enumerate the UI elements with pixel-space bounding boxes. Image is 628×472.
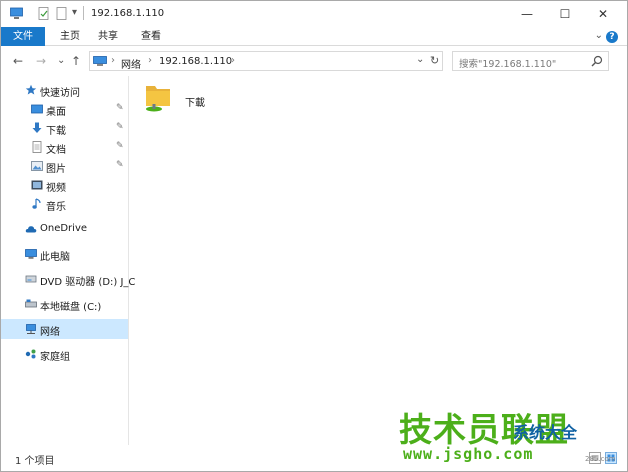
- navigation-pane: 快速访问 桌面 ✎ 下载 ✎ 文档 ✎ 图片 ✎ 视频 音乐 OneDrive …: [1, 76, 135, 445]
- nav-videos[interactable]: 视频: [1, 175, 128, 195]
- document-icon: [32, 141, 42, 153]
- download-icon: [32, 122, 42, 133]
- drive-icon: [25, 299, 37, 308]
- up-button[interactable]: ↑: [71, 54, 81, 68]
- star-icon: [25, 84, 37, 95]
- watermark-logo: 技术员联盟 系统大全 www.jsgho.com 285.com: [399, 399, 627, 469]
- breadcrumb-separator[interactable]: ›: [231, 55, 235, 66]
- customize-quick-access-button[interactable]: ▾: [72, 7, 77, 18]
- title-bar: ▾ 192.168.1.110 — ☐ ✕: [1, 1, 627, 27]
- pin-icon[interactable]: ✎: [116, 103, 124, 113]
- ribbon-tabs: 文件 主页 共享 查看 ⌄ ?: [1, 27, 627, 46]
- nav-music[interactable]: 音乐: [1, 194, 128, 214]
- back-button[interactable]: ←: [13, 54, 23, 68]
- nav-label: 视频: [46, 183, 66, 194]
- network-icon: [26, 324, 36, 334]
- window-title: 192.168.1.110: [91, 8, 165, 19]
- computer-icon[interactable]: [10, 7, 23, 20]
- expand-ribbon-button[interactable]: ⌄: [595, 30, 603, 41]
- video-icon: [31, 180, 43, 190]
- watermark-url: www.jsgho.com: [403, 445, 534, 463]
- homegroup-icon: [25, 349, 36, 359]
- nav-quick-access[interactable]: 快速访问: [1, 80, 128, 100]
- nav-label: OneDrive: [40, 223, 88, 234]
- new-folder-icon[interactable]: [55, 7, 68, 20]
- nav-label: 下载: [46, 126, 66, 137]
- minimize-button[interactable]: —: [508, 1, 546, 27]
- file-list: 下載: [129, 76, 627, 445]
- folder-item[interactable]: 下載: [137, 80, 227, 120]
- nav-network[interactable]: 网络: [1, 319, 128, 339]
- nav-dvd-drive[interactable]: DVD 驱动器 (D:) J_C: [1, 269, 135, 289]
- picture-icon: [31, 161, 43, 171]
- explorer-window: ▾ 192.168.1.110 — ☐ ✕ 文件 主页 共享 查看 ⌄ ? ← …: [0, 0, 628, 472]
- nav-local-disk[interactable]: 本地磁盘 (C:): [1, 294, 128, 314]
- breadcrumb-network[interactable]: 网络: [121, 56, 141, 71]
- tab-home[interactable]: 主页: [53, 27, 87, 46]
- nav-label: 本地磁盘 (C:): [40, 302, 102, 313]
- address-dropdown-button[interactable]: ⌄: [416, 54, 424, 65]
- nav-homegroup[interactable]: 家庭组: [1, 344, 128, 364]
- dvd-icon: [25, 275, 37, 283]
- address-bar[interactable]: › 网络 › 192.168.1.110 › ⌄ ↻: [89, 51, 443, 71]
- nav-downloads[interactable]: 下载 ✎: [1, 118, 128, 138]
- pin-icon[interactable]: ✎: [116, 160, 124, 170]
- search-placeholder: 搜索"192.168.1.110": [459, 59, 557, 70]
- search-icon[interactable]: [591, 55, 603, 67]
- folder-label: 下載: [185, 98, 205, 109]
- nav-label: 此电脑: [40, 252, 70, 263]
- pin-icon[interactable]: ✎: [116, 141, 124, 151]
- nav-label: 图片: [46, 164, 66, 175]
- shared-folder-icon: [146, 86, 170, 112]
- search-input[interactable]: 搜索"192.168.1.110": [452, 51, 609, 71]
- forward-button[interactable]: →: [36, 54, 46, 68]
- nav-label: 网络: [40, 327, 60, 338]
- nav-label: 文档: [46, 145, 66, 156]
- nav-label: 家庭组: [40, 352, 70, 363]
- close-button[interactable]: ✕: [584, 1, 622, 27]
- computer-icon: [93, 56, 107, 66]
- divider: [83, 6, 84, 20]
- help-icon[interactable]: ?: [606, 31, 618, 43]
- nav-documents[interactable]: 文档 ✎: [1, 137, 128, 157]
- nav-onedrive[interactable]: OneDrive: [1, 219, 128, 239]
- breadcrumb-host[interactable]: 192.168.1.110: [159, 56, 232, 67]
- nav-label: 快速访问: [40, 88, 80, 99]
- breadcrumb-separator[interactable]: ›: [148, 55, 152, 66]
- recent-locations-button[interactable]: ⌄: [57, 55, 65, 66]
- cloud-icon: [25, 226, 37, 233]
- computer-icon: [25, 249, 37, 259]
- pin-icon[interactable]: ✎: [116, 122, 124, 132]
- breadcrumb-separator[interactable]: ›: [111, 55, 115, 66]
- nav-this-pc[interactable]: 此电脑: [1, 244, 128, 264]
- nav-label: 桌面: [46, 107, 66, 118]
- refresh-icon[interactable]: ↻: [430, 54, 439, 67]
- tab-file[interactable]: 文件: [1, 27, 45, 46]
- watermark-small-text: 285.com: [585, 455, 616, 463]
- desktop-icon: [31, 104, 43, 114]
- properties-icon[interactable]: [37, 7, 50, 20]
- address-row: ← → ⌄ ↑ › 网络 › 192.168.1.110 › ⌄ ↻ 搜索"19…: [1, 46, 627, 76]
- item-count: 1 个项目: [15, 456, 55, 467]
- music-icon: [32, 198, 41, 209]
- nav-pictures[interactable]: 图片 ✎: [1, 156, 128, 176]
- tab-share[interactable]: 共享: [91, 27, 125, 46]
- tab-view[interactable]: 查看: [134, 27, 168, 46]
- nav-label: DVD 驱动器 (D:) J_C: [40, 277, 136, 288]
- nav-desktop[interactable]: 桌面 ✎: [1, 99, 128, 119]
- maximize-button[interactable]: ☐: [546, 1, 584, 27]
- nav-label: 音乐: [46, 202, 66, 213]
- watermark-sub-text: 系统大全: [513, 423, 578, 442]
